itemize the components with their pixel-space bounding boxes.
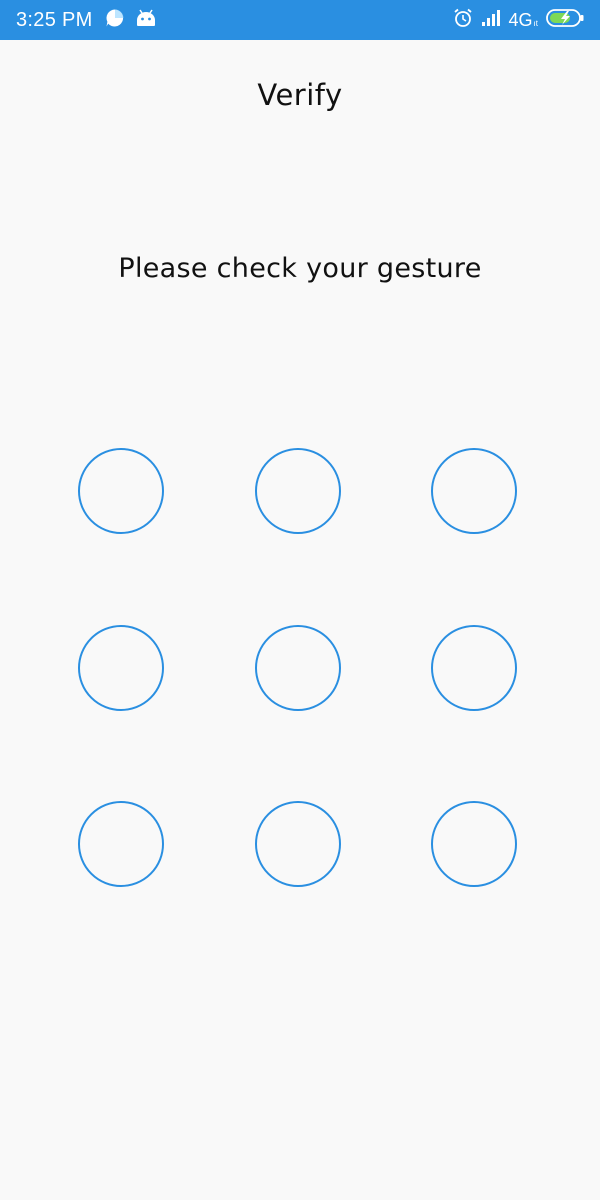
gesture-dot-2[interactable] (255, 448, 341, 534)
gesture-pad[interactable] (0, 0, 600, 1200)
gesture-dot-1[interactable] (78, 448, 164, 534)
gesture-dot-5[interactable] (255, 625, 341, 711)
gesture-dot-8[interactable] (255, 801, 341, 887)
gesture-dot-6[interactable] (431, 625, 517, 711)
gesture-dot-3[interactable] (431, 448, 517, 534)
gesture-dot-7[interactable] (78, 801, 164, 887)
gesture-dot-4[interactable] (78, 625, 164, 711)
gesture-dot-9[interactable] (431, 801, 517, 887)
